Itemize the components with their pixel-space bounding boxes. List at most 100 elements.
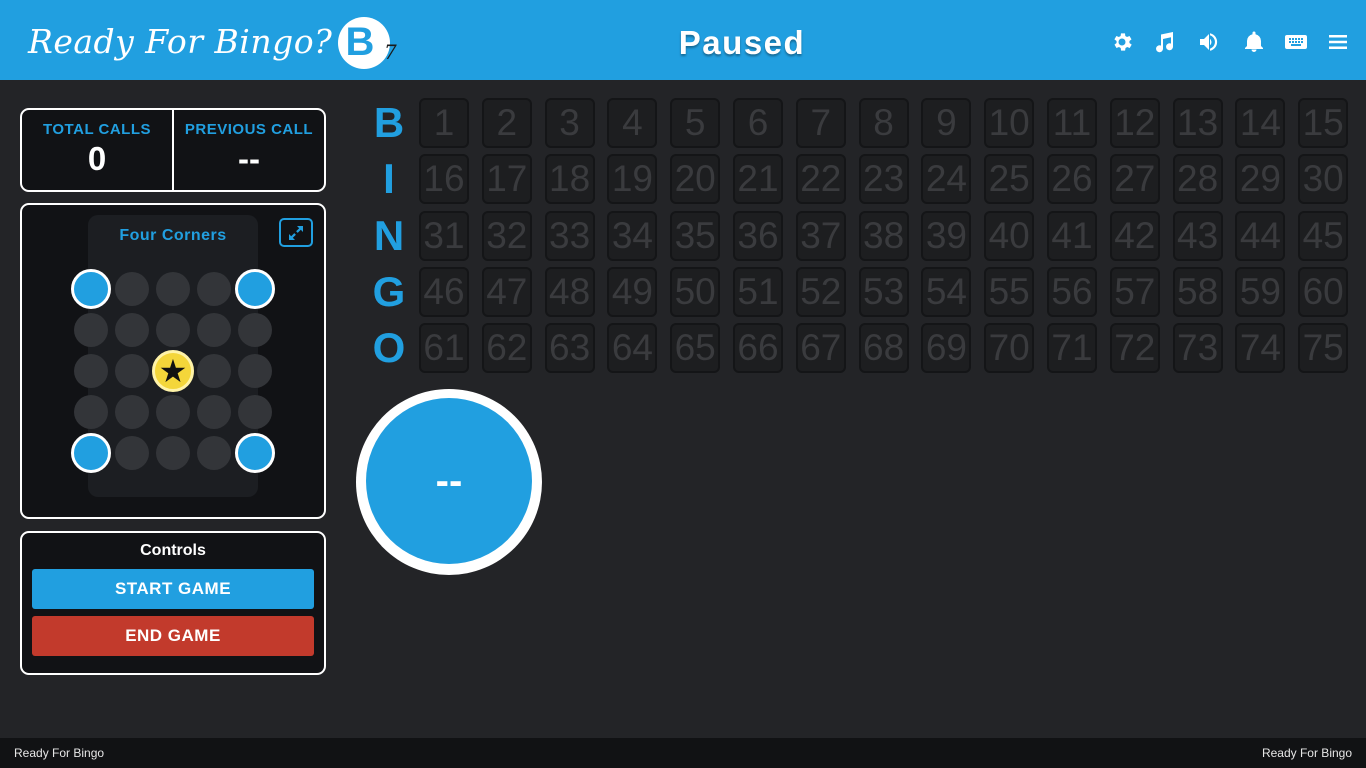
board-number-cell[interactable]: 11 <box>1047 98 1097 148</box>
board-number-cell[interactable]: 41 <box>1047 210 1097 261</box>
board-number-cell[interactable]: 56 <box>1047 266 1097 317</box>
board-number-cell[interactable]: 66 <box>733 323 783 374</box>
board-number-cell[interactable]: 74 <box>1235 323 1286 374</box>
board-number-cell[interactable]: 62 <box>481 323 532 374</box>
board-number-cell[interactable]: 55 <box>984 266 1035 317</box>
board-number-cell[interactable]: 70 <box>984 323 1035 374</box>
board-number-cell[interactable]: 43 <box>1172 210 1223 261</box>
board-number-cell[interactable]: 14 <box>1235 98 1286 148</box>
board-number-cell[interactable]: 67 <box>795 323 846 374</box>
footer-right-text: Ready For Bingo <box>1261 746 1352 760</box>
board-number-cell[interactable]: 61 <box>419 323 469 374</box>
board-number-cell[interactable]: 60 <box>1298 266 1349 317</box>
pattern-free-space: ★ <box>152 350 194 392</box>
pattern-cell <box>156 272 190 306</box>
board-number-cell[interactable]: 22 <box>795 154 846 205</box>
board-number-cell[interactable]: 65 <box>670 323 721 374</box>
board-number-cell[interactable]: 73 <box>1172 323 1223 374</box>
board-number-cell[interactable]: 47 <box>481 266 532 317</box>
star-icon: ★ <box>158 353 188 389</box>
board-number-cell[interactable]: 72 <box>1109 323 1160 374</box>
pattern-cell <box>115 395 149 429</box>
board-number-cell[interactable]: 21 <box>733 154 783 205</box>
board-number-cell[interactable]: 31 <box>419 210 469 261</box>
board-number-cell[interactable]: 15 <box>1298 98 1349 148</box>
board-number-cell[interactable]: 23 <box>858 154 909 205</box>
keyboard-button[interactable] <box>1284 30 1308 54</box>
board-number-cell[interactable]: 5 <box>670 98 721 148</box>
board-number-cell[interactable]: 18 <box>544 154 595 205</box>
board-number-cell[interactable]: 33 <box>544 210 595 261</box>
board-number-cell[interactable]: 49 <box>607 266 658 317</box>
notifications-button[interactable] <box>1242 30 1266 54</box>
board-number-cell[interactable]: 16 <box>419 154 469 205</box>
expand-pattern-button[interactable] <box>279 218 313 247</box>
board-number-cell[interactable]: 28 <box>1172 154 1223 205</box>
board-number-cell[interactable]: 46 <box>419 266 469 317</box>
board-number-cell[interactable]: 26 <box>1047 154 1097 205</box>
board-number-cell[interactable]: 32 <box>481 210 532 261</box>
board-number-cell[interactable]: 52 <box>795 266 846 317</box>
board-number-cell[interactable]: 59 <box>1235 266 1286 317</box>
board-number-cell[interactable]: 64 <box>607 323 658 374</box>
volume-button[interactable] <box>1197 30 1221 54</box>
board-number-cell[interactable]: 48 <box>544 266 595 317</box>
board-number-cell[interactable]: 68 <box>858 323 909 374</box>
previous-call: PREVIOUS CALL -- <box>172 110 324 190</box>
board-number-cell[interactable]: 34 <box>607 210 658 261</box>
board-number-cell[interactable]: 44 <box>1235 210 1286 261</box>
board-letter: O <box>372 324 406 372</box>
board-number-cell[interactable]: 42 <box>1109 210 1160 261</box>
board-number-cell[interactable]: 25 <box>984 154 1035 205</box>
board-number-cell[interactable]: 19 <box>607 154 658 205</box>
board-number-cell[interactable]: 53 <box>858 266 909 317</box>
board-number-cell[interactable]: 37 <box>795 210 846 261</box>
menu-button[interactable] <box>1326 30 1350 54</box>
board-number-cell[interactable]: 35 <box>670 210 721 261</box>
bell-icon <box>1245 31 1263 52</box>
board-number-cell[interactable]: 50 <box>670 266 721 317</box>
board-number-cell[interactable]: 54 <box>921 266 972 317</box>
board-number-cell[interactable]: 6 <box>733 98 783 148</box>
board-number-cell[interactable]: 57 <box>1109 266 1160 317</box>
board-number-cell[interactable]: 2 <box>481 98 532 148</box>
board-number-cell[interactable]: 63 <box>544 323 595 374</box>
board-number-cell[interactable]: 9 <box>921 98 972 148</box>
controls-title: Controls <box>140 542 206 559</box>
board-number-cell[interactable]: 40 <box>984 210 1035 261</box>
start-game-button[interactable]: START GAME <box>32 569 314 609</box>
board-number-cell[interactable]: 75 <box>1298 323 1349 374</box>
board-number-cell[interactable]: 4 <box>607 98 658 148</box>
board-number-cell[interactable]: 39 <box>921 210 972 261</box>
previous-call-value: -- <box>238 140 260 177</box>
board-number-cell[interactable]: 38 <box>858 210 909 261</box>
board-number-cell[interactable]: 27 <box>1109 154 1160 205</box>
board-number-cell[interactable]: 45 <box>1298 210 1349 261</box>
gear-icon <box>1114 33 1132 51</box>
end-game-button[interactable]: END GAME <box>32 616 314 656</box>
board-number-cell[interactable]: 17 <box>481 154 532 205</box>
calls-panel: TOTAL CALLS 0 PREVIOUS CALL -- <box>20 108 326 192</box>
board-number-cell[interactable]: 8 <box>858 98 909 148</box>
settings-button[interactable] <box>1110 30 1134 54</box>
board-number-cell[interactable]: 36 <box>733 210 783 261</box>
logo-letter: B <box>345 20 375 64</box>
board-number-cell[interactable]: 10 <box>984 98 1035 148</box>
board-number-cell[interactable]: 71 <box>1047 323 1097 374</box>
board-number-cell[interactable]: 7 <box>795 98 846 148</box>
board-number-cell[interactable]: 12 <box>1109 98 1160 148</box>
board-number-cell[interactable]: 20 <box>670 154 721 205</box>
expand-icon <box>289 225 303 240</box>
board-letter: G <box>372 267 406 315</box>
board-number-cell[interactable]: 13 <box>1172 98 1223 148</box>
music-button[interactable] <box>1153 30 1177 54</box>
board-number-cell[interactable]: 69 <box>921 323 972 374</box>
board-number-cell[interactable]: 58 <box>1172 266 1223 317</box>
board-number-cell[interactable]: 1 <box>419 98 469 148</box>
board-number-cell[interactable]: 51 <box>733 266 783 317</box>
board-number-cell[interactable]: 24 <box>921 154 972 205</box>
volume-icon <box>1200 33 1218 51</box>
board-number-cell[interactable]: 30 <box>1298 154 1349 205</box>
board-number-cell[interactable]: 29 <box>1235 154 1286 205</box>
board-number-cell[interactable]: 3 <box>544 98 595 148</box>
